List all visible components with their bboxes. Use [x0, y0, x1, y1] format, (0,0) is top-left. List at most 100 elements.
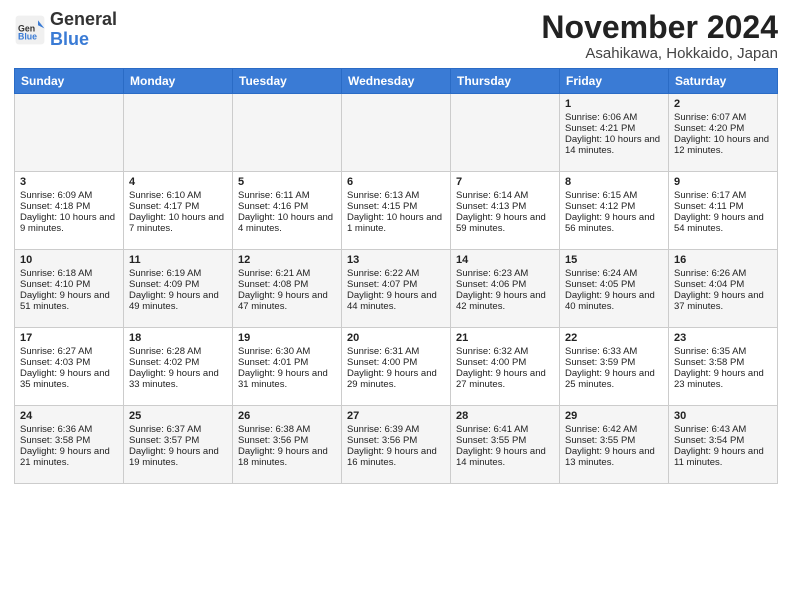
sunset-text: Sunset: 3:55 PM	[565, 435, 635, 446]
sunrise-text: Sunrise: 6:42 AM	[565, 424, 637, 435]
logo: Gen Blue General Blue	[14, 10, 117, 50]
sunrise-text: Sunrise: 6:10 AM	[129, 190, 201, 201]
day-number: 20	[347, 332, 445, 344]
daylight-text: Daylight: 10 hours and 12 minutes.	[674, 134, 769, 156]
sunset-text: Sunset: 4:07 PM	[347, 279, 417, 290]
daylight-text: Daylight: 9 hours and 14 minutes.	[456, 446, 546, 468]
day-number: 28	[456, 410, 554, 422]
calendar-week-row-1: 1Sunrise: 6:06 AMSunset: 4:21 PMDaylight…	[15, 94, 778, 172]
calendar-week-row-3: 10Sunrise: 6:18 AMSunset: 4:10 PMDayligh…	[15, 250, 778, 328]
calendar-cell	[451, 94, 560, 172]
day-number: 18	[129, 332, 227, 344]
daylight-text: Daylight: 9 hours and 44 minutes.	[347, 290, 437, 312]
sunrise-text: Sunrise: 6:37 AM	[129, 424, 201, 435]
sunset-text: Sunset: 4:20 PM	[674, 123, 744, 134]
col-wednesday: Wednesday	[342, 69, 451, 94]
sunrise-text: Sunrise: 6:35 AM	[674, 346, 746, 357]
sunrise-text: Sunrise: 6:33 AM	[565, 346, 637, 357]
sunset-text: Sunset: 3:57 PM	[129, 435, 199, 446]
day-number: 27	[347, 410, 445, 422]
sunset-text: Sunset: 4:00 PM	[456, 357, 526, 368]
daylight-text: Daylight: 9 hours and 56 minutes.	[565, 212, 655, 234]
sunset-text: Sunset: 4:18 PM	[20, 201, 90, 212]
sunset-text: Sunset: 4:04 PM	[674, 279, 744, 290]
sunrise-text: Sunrise: 6:24 AM	[565, 268, 637, 279]
calendar-cell: 2 Sunrise: 6:07 AMSunset: 4:20 PMDaylight…	[669, 94, 778, 172]
day-number: 17	[20, 332, 118, 344]
sunrise-text: Sunrise: 6:21 AM	[238, 268, 310, 279]
sunrise-text: Sunrise: 6:11 AM	[238, 190, 310, 201]
day-number: 14	[456, 254, 554, 266]
col-friday: Friday	[560, 69, 669, 94]
daylight-text: Daylight: 9 hours and 25 minutes.	[565, 368, 655, 390]
month-title: November 2024	[541, 10, 778, 45]
sunrise-text: Sunrise: 6:15 AM	[565, 190, 637, 201]
sunset-text: Sunset: 4:05 PM	[565, 279, 635, 290]
day-number: 11	[129, 254, 227, 266]
calendar-cell: 20Sunrise: 6:31 AMSunset: 4:00 PMDayligh…	[342, 328, 451, 406]
calendar-cell: 5Sunrise: 6:11 AMSunset: 4:16 PMDaylight…	[233, 172, 342, 250]
day-number: 24	[20, 410, 118, 422]
daylight-text: Daylight: 10 hours and 14 minutes.	[565, 134, 660, 156]
calendar-cell: 19Sunrise: 6:30 AMSunset: 4:01 PMDayligh…	[233, 328, 342, 406]
daylight-text: Daylight: 10 hours and 9 minutes.	[20, 212, 115, 234]
day-number: 3	[20, 176, 118, 188]
svg-text:Blue: Blue	[18, 31, 37, 41]
daylight-text: Daylight: 9 hours and 23 minutes.	[674, 368, 764, 390]
day-number: 9	[674, 176, 772, 188]
daylight-text: Daylight: 9 hours and 59 minutes.	[456, 212, 546, 234]
daylight-text: Daylight: 9 hours and 51 minutes.	[20, 290, 110, 312]
day-number: 13	[347, 254, 445, 266]
calendar-week-row-2: 3Sunrise: 6:09 AMSunset: 4:18 PMDaylight…	[15, 172, 778, 250]
calendar-cell: 25 Sunrise: 6:37 AMSunset: 3:57 PMDayligh…	[124, 406, 233, 484]
calendar-cell: 27Sunrise: 6:39 AMSunset: 3:56 PMDayligh…	[342, 406, 451, 484]
sunset-text: Sunset: 4:03 PM	[20, 357, 90, 368]
daylight-text: Daylight: 9 hours and 18 minutes.	[238, 446, 328, 468]
sunset-text: Sunset: 4:09 PM	[129, 279, 199, 290]
sunrise-text: Sunrise: 6:07 AM	[674, 112, 746, 123]
sunset-text: Sunset: 4:01 PM	[238, 357, 308, 368]
daylight-text: Daylight: 9 hours and 11 minutes.	[674, 446, 764, 468]
sunrise-text: Sunrise: 6:14 AM	[456, 190, 528, 201]
day-number: 7	[456, 176, 554, 188]
day-number: 2	[674, 98, 772, 110]
day-number: 1	[565, 98, 663, 110]
day-number: 4	[129, 176, 227, 188]
col-thursday: Thursday	[451, 69, 560, 94]
calendar-week-row-4: 17Sunrise: 6:27 AMSunset: 4:03 PMDayligh…	[15, 328, 778, 406]
logo-general: General	[50, 9, 117, 29]
sunset-text: Sunset: 3:56 PM	[347, 435, 417, 446]
logo-blue: Blue	[50, 29, 89, 49]
sunrise-text: Sunrise: 6:17 AM	[674, 190, 746, 201]
day-number: 25	[129, 410, 227, 422]
sunrise-text: Sunrise: 6:31 AM	[347, 346, 419, 357]
sunrise-text: Sunrise: 6:26 AM	[674, 268, 746, 279]
sunset-text: Sunset: 3:56 PM	[238, 435, 308, 446]
sunrise-text: Sunrise: 6:19 AM	[129, 268, 201, 279]
header: Gen Blue General Blue November 2024 Asah…	[14, 10, 778, 62]
col-saturday: Saturday	[669, 69, 778, 94]
sunset-text: Sunset: 4:02 PM	[129, 357, 199, 368]
calendar-cell	[124, 94, 233, 172]
calendar-cell: 29Sunrise: 6:42 AMSunset: 3:55 PMDayligh…	[560, 406, 669, 484]
sunset-text: Sunset: 3:59 PM	[565, 357, 635, 368]
daylight-text: Daylight: 9 hours and 19 minutes.	[129, 446, 219, 468]
day-number: 16	[674, 254, 772, 266]
col-tuesday: Tuesday	[233, 69, 342, 94]
calendar-cell: 7Sunrise: 6:14 AMSunset: 4:13 PMDaylight…	[451, 172, 560, 250]
sunrise-text: Sunrise: 6:32 AM	[456, 346, 528, 357]
day-number: 8	[565, 176, 663, 188]
day-number: 15	[565, 254, 663, 266]
calendar-cell: 26Sunrise: 6:38 AMSunset: 3:56 PMDayligh…	[233, 406, 342, 484]
daylight-text: Daylight: 9 hours and 40 minutes.	[565, 290, 655, 312]
calendar-cell	[15, 94, 124, 172]
sunset-text: Sunset: 4:21 PM	[565, 123, 635, 134]
sunset-text: Sunset: 4:12 PM	[565, 201, 635, 212]
sunrise-text: Sunrise: 6:36 AM	[20, 424, 92, 435]
calendar-cell: 6Sunrise: 6:13 AMSunset: 4:15 PMDaylight…	[342, 172, 451, 250]
logo-icon: Gen Blue	[14, 14, 46, 46]
calendar-cell: 28Sunrise: 6:41 AMSunset: 3:55 PMDayligh…	[451, 406, 560, 484]
calendar-cell: 24Sunrise: 6:36 AMSunset: 3:58 PMDayligh…	[15, 406, 124, 484]
calendar-cell: 23Sunrise: 6:35 AMSunset: 3:58 PMDayligh…	[669, 328, 778, 406]
calendar-cell: 18Sunrise: 6:28 AMSunset: 4:02 PMDayligh…	[124, 328, 233, 406]
